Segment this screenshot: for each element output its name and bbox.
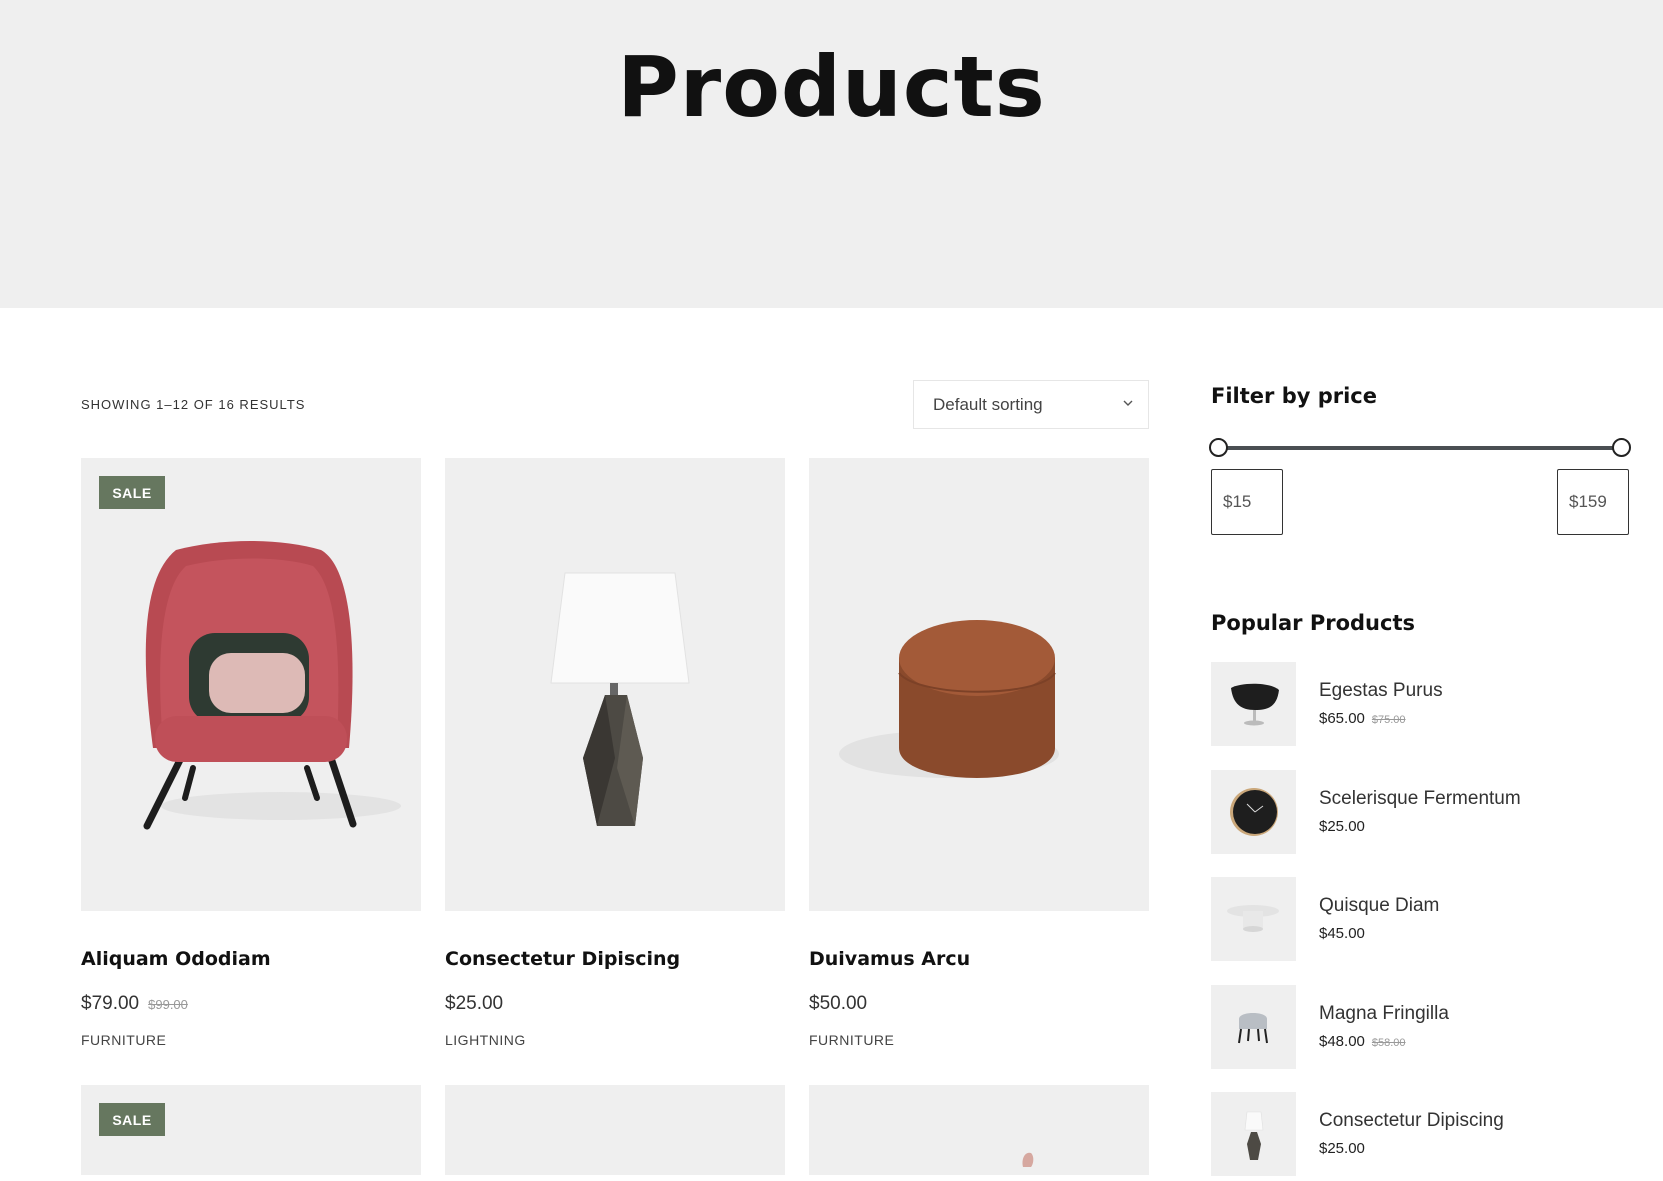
popular-price: $25.00 bbox=[1319, 818, 1365, 835]
product-image-table-lamp[interactable] bbox=[445, 458, 785, 911]
popular-product-item: Egestas Purus $65.00 $75.00 bbox=[1211, 662, 1651, 747]
max-price-field[interactable]: $159 bbox=[1557, 469, 1629, 535]
sort-select[interactable]: Default sorting bbox=[913, 380, 1149, 429]
popular-product-item: Magna Fringilla $48.00 $58.00 bbox=[1211, 985, 1651, 1070]
product-old-price: $99.00 bbox=[148, 997, 188, 1012]
popular-thumb-wall-clock[interactable] bbox=[1211, 770, 1296, 854]
product-category[interactable]: FURNITURE bbox=[809, 1032, 894, 1048]
product-image[interactable] bbox=[445, 1085, 785, 1175]
product-price: $50.00 bbox=[809, 993, 868, 1014]
popular-price: $45.00 bbox=[1319, 925, 1365, 942]
black-swivel-chair-illustration bbox=[1231, 683, 1279, 726]
popular-price: $48.00 bbox=[1319, 1033, 1365, 1050]
result-count: SHOWING 1–12 OF 16 RESULTS bbox=[81, 397, 306, 412]
product-price-row: $25.00 bbox=[445, 993, 503, 1015]
popular-price-row: $65.00 $75.00 bbox=[1319, 710, 1406, 727]
brown-pouf-illustration bbox=[839, 620, 1059, 778]
filter-heading: Filter by price bbox=[1211, 384, 1378, 408]
popular-product-name[interactable]: Quisque Diam bbox=[1319, 895, 1439, 917]
popular-product-item: Consectetur Dipiscing $25.00 bbox=[1211, 1092, 1651, 1177]
popular-price: $25.00 bbox=[1319, 1140, 1365, 1157]
popular-price-row: $48.00 $58.00 bbox=[1319, 1033, 1406, 1050]
product-image[interactable] bbox=[809, 1085, 1149, 1175]
product-title[interactable]: Consectetur Dipiscing bbox=[445, 948, 680, 970]
red-armchair-illustration bbox=[143, 541, 401, 830]
wall-clock-illustration bbox=[1230, 788, 1278, 836]
popular-product-name[interactable]: Consectetur Dipiscing bbox=[1319, 1110, 1504, 1132]
sale-badge: SALE bbox=[99, 476, 165, 509]
popular-thumb-table-lamp[interactable] bbox=[1211, 1092, 1296, 1176]
product-price-row: $50.00 bbox=[809, 993, 867, 1015]
product-image-brown-pouf[interactable] bbox=[809, 458, 1149, 911]
popular-price-row: $25.00 bbox=[1319, 818, 1365, 835]
chevron-down-icon bbox=[1123, 400, 1133, 406]
popular-old-price: $75.00 bbox=[1371, 714, 1406, 726]
page-hero: Products bbox=[0, 0, 1663, 308]
price-slider-max-handle[interactable] bbox=[1612, 438, 1631, 457]
grey-stool-illustration bbox=[1238, 1013, 1268, 1044]
product-category[interactable]: LIGHTNING bbox=[445, 1032, 526, 1048]
popular-thumb-round-side-table[interactable] bbox=[1211, 877, 1296, 961]
popular-product-item: Quisque Diam $45.00 bbox=[1211, 877, 1651, 962]
popular-product-name[interactable]: Magna Fringilla bbox=[1319, 1003, 1449, 1025]
popular-thumb-black-swivel-chair[interactable] bbox=[1211, 662, 1296, 746]
popular-product-name[interactable]: Scelerisque Fermentum bbox=[1319, 788, 1521, 810]
popular-price-row: $45.00 bbox=[1319, 925, 1365, 942]
min-price-value: $15 bbox=[1223, 492, 1252, 511]
sort-selected-label: Default sorting bbox=[933, 394, 1043, 414]
sale-badge: SALE bbox=[99, 1103, 165, 1136]
popular-price-row: $25.00 bbox=[1319, 1140, 1365, 1157]
min-price-field[interactable]: $15 bbox=[1211, 469, 1283, 535]
popular-product-item: Scelerisque Fermentum $25.00 bbox=[1211, 770, 1651, 855]
product-title[interactable]: Aliquam Ododiam bbox=[81, 948, 271, 970]
product-price: $79.00 bbox=[81, 993, 140, 1014]
price-slider-track[interactable] bbox=[1218, 446, 1622, 450]
popular-price: $65.00 bbox=[1319, 710, 1365, 727]
product-image[interactable]: SALE bbox=[81, 1085, 421, 1175]
round-side-table-illustration bbox=[1227, 905, 1279, 932]
product-title[interactable]: Duivamus Arcu bbox=[809, 948, 970, 970]
popular-old-price: $58.00 bbox=[1371, 1037, 1406, 1049]
price-slider-min-handle[interactable] bbox=[1209, 438, 1228, 457]
popular-heading: Popular Products bbox=[1211, 611, 1415, 635]
popular-product-name[interactable]: Egestas Purus bbox=[1319, 680, 1443, 702]
product-price: $25.00 bbox=[445, 993, 504, 1014]
table-lamp-mini-illustration bbox=[1244, 1111, 1264, 1160]
table-lamp-illustration bbox=[550, 572, 690, 826]
page-title: Products bbox=[617, 38, 1046, 136]
max-price-value: $159 bbox=[1569, 492, 1607, 511]
popular-thumb-grey-stool[interactable] bbox=[1211, 985, 1296, 1069]
product-partial-illustration bbox=[1022, 1152, 1034, 1167]
product-category[interactable]: FURNITURE bbox=[81, 1032, 166, 1048]
product-image-red-armchair[interactable]: SALE bbox=[81, 458, 421, 911]
product-price-row: $79.00 $99.00 bbox=[81, 993, 188, 1015]
